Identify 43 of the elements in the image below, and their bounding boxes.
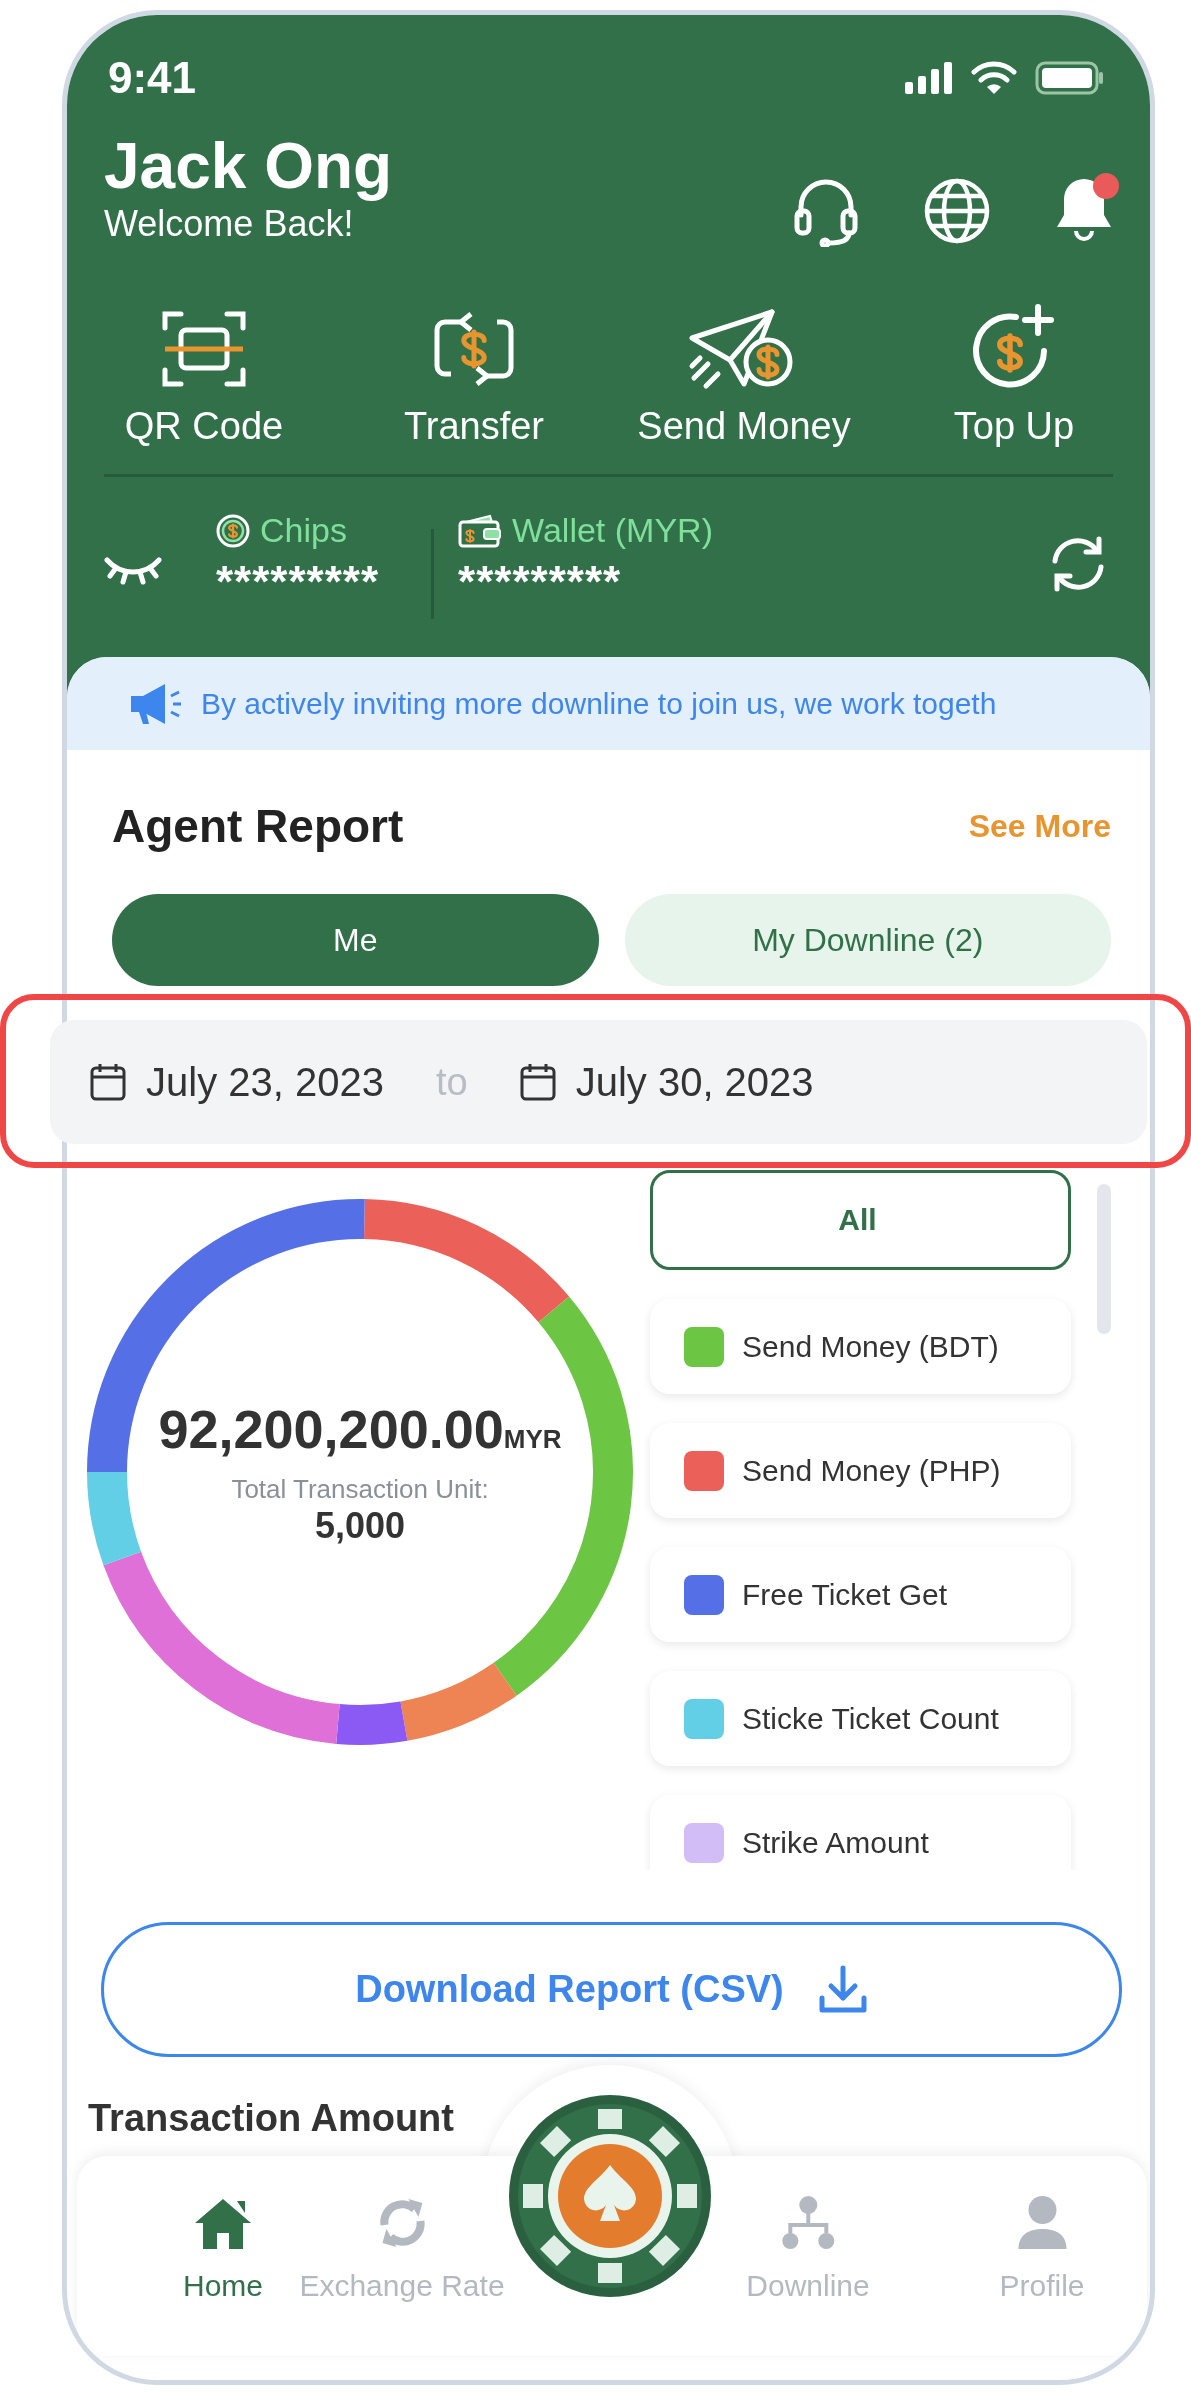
filter-item[interactable]: Sticke Ticket Count bbox=[650, 1671, 1072, 1766]
download-report-button[interactable]: Download Report (CSV) bbox=[101, 1922, 1122, 2057]
report-tab[interactable]: Me bbox=[112, 894, 599, 986]
poker-chip-button[interactable] bbox=[507, 2093, 713, 2299]
filter-item[interactable]: Strike Amount bbox=[650, 1795, 1072, 1870]
filter-item[interactable]: Send Money (PHP) bbox=[650, 1423, 1072, 1518]
filter-item[interactable]: All bbox=[650, 1170, 1072, 1270]
hidden-balance: ********* bbox=[216, 558, 380, 606]
calendar-icon bbox=[519, 1063, 556, 1101]
end-date-field[interactable]: July 30, 2023 bbox=[519, 1059, 814, 1105]
hidden-balance: ********* bbox=[458, 558, 623, 606]
unit-label: Total Transaction Unit: bbox=[231, 1473, 489, 1505]
balance-label: Wallet (MYR) bbox=[512, 511, 713, 550]
wallet-icon bbox=[458, 513, 503, 548]
battery-icon bbox=[1035, 60, 1105, 95]
welcome-text: Welcome Back! bbox=[104, 202, 355, 246]
section-title: Transaction Amount bbox=[88, 2097, 455, 2140]
coin-icon bbox=[216, 513, 250, 548]
status-time: 9:41 bbox=[108, 52, 197, 103]
quick-action-button[interactable]: Top Up bbox=[879, 270, 1149, 460]
person-icon bbox=[1016, 2195, 1068, 2251]
date-separator: to bbox=[435, 1060, 468, 1104]
user-name: Jack Ong bbox=[104, 130, 393, 202]
hierarchy-icon bbox=[780, 2195, 836, 2251]
start-date-field[interactable]: July 23, 2023 bbox=[90, 1059, 384, 1105]
filter-item[interactable]: Free Ticket Get bbox=[650, 1547, 1072, 1642]
total-amount: 92,200,200.00MYR bbox=[158, 1397, 562, 1460]
nav-tab[interactable]: Home bbox=[177, 2194, 269, 2304]
report-tab[interactable]: My Downline (2) bbox=[624, 894, 1111, 986]
section-title: Agent Report bbox=[112, 799, 404, 853]
quick-action-button[interactable]: Transfer bbox=[339, 270, 609, 460]
signal-icon bbox=[905, 61, 953, 94]
balance-label: Chips bbox=[260, 511, 347, 550]
quick-action-button[interactable]: Send Money bbox=[609, 270, 879, 460]
filter-item[interactable]: Send Money (BDT) bbox=[650, 1299, 1072, 1394]
download-icon bbox=[817, 1963, 868, 2016]
quick-action-button[interactable]: QR Code bbox=[69, 270, 339, 460]
unit-value: 5,000 bbox=[314, 1504, 406, 1547]
scrollbar[interactable] bbox=[1097, 1184, 1111, 1334]
globe-icon[interactable] bbox=[923, 177, 991, 245]
wifi-icon bbox=[971, 60, 1017, 95]
announcement-text: By actively inviting more downline to join us, we work togeth bbox=[201, 686, 997, 721]
calendar-icon bbox=[90, 1063, 126, 1101]
